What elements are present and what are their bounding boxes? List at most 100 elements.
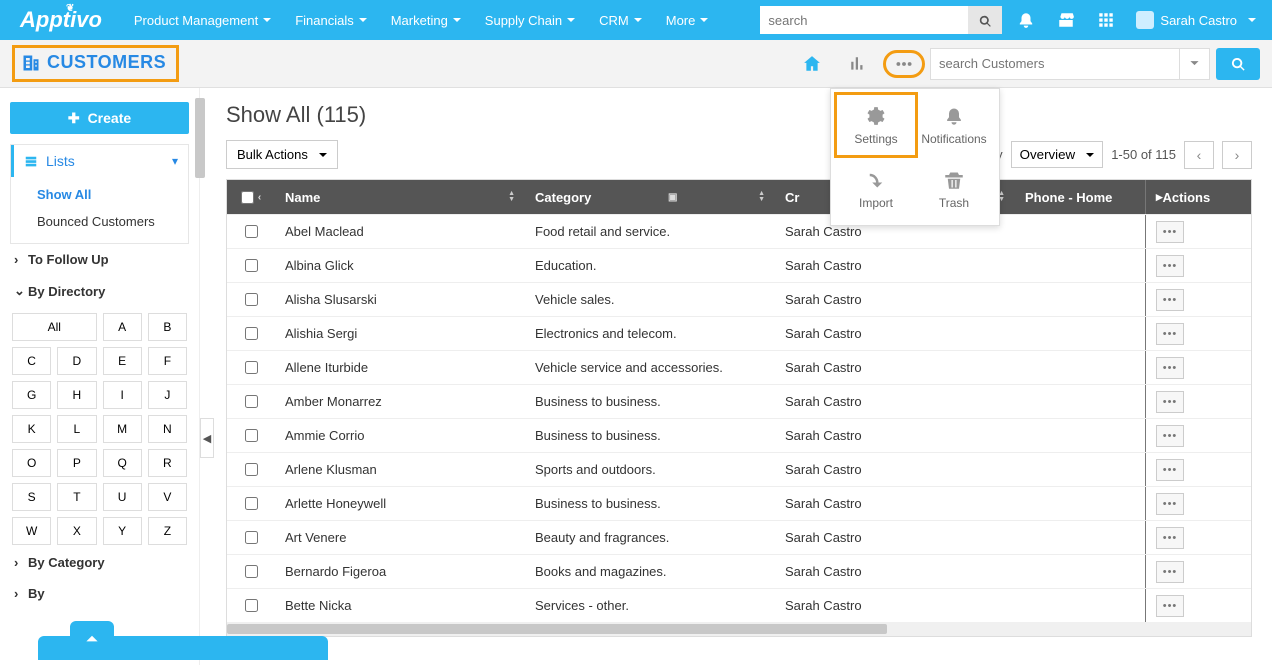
table-row[interactable]: Alishia SergiElectronics and telecom.Sar…	[227, 316, 1251, 350]
select-all-checkbox[interactable]	[241, 191, 254, 204]
trash-menu-item[interactable]: Trash	[915, 159, 993, 219]
directory-letter-t[interactable]: T	[57, 483, 96, 511]
row-checkbox[interactable]	[245, 599, 258, 612]
table-row[interactable]: Abel MacleadFood retail and service.Sara…	[227, 214, 1251, 248]
row-actions-button[interactable]: •••	[1156, 561, 1184, 583]
row-checkbox[interactable]	[245, 361, 258, 374]
sidebar-by-directory[interactable]: ⌄By Directory	[10, 275, 189, 307]
store-icon[interactable]	[1050, 4, 1082, 36]
table-row[interactable]: Ammie CorrioBusiness to business.Sarah C…	[227, 418, 1251, 452]
sidebar-to-follow-up[interactable]: ›To Follow Up	[10, 244, 189, 275]
directory-letter-e[interactable]: E	[103, 347, 142, 375]
pager-next-button[interactable]: ›	[1222, 141, 1252, 169]
row-checkbox[interactable]	[245, 395, 258, 408]
directory-letter-h[interactable]: H	[57, 381, 96, 409]
global-search-input[interactable]	[760, 6, 968, 34]
header-name[interactable]: Name▲▼	[275, 180, 525, 214]
sidebar-item-bounced[interactable]: Bounced Customers	[21, 208, 188, 235]
directory-letter-l[interactable]: L	[57, 415, 96, 443]
row-actions-button[interactable]: •••	[1156, 323, 1184, 345]
directory-letter-s[interactable]: S	[12, 483, 51, 511]
directory-letter-u[interactable]: U	[103, 483, 142, 511]
directory-letter-p[interactable]: P	[57, 449, 96, 477]
table-row[interactable]: Allene IturbideVehicle service and acces…	[227, 350, 1251, 384]
table-row[interactable]: Bernardo FigeroaBooks and magazines.Sara…	[227, 554, 1251, 588]
table-row[interactable]: Albina GlickEducation.Sarah Castro•••	[227, 248, 1251, 282]
notifications-menu-item[interactable]: Notifications	[915, 95, 993, 155]
table-row[interactable]: Arlette HoneywellBusiness to business.Sa…	[227, 486, 1251, 520]
bottom-drawer-toggle[interactable]	[70, 621, 114, 655]
directory-letter-k[interactable]: K	[12, 415, 51, 443]
brand-logo[interactable]: Apptivo	[10, 7, 112, 33]
directory-letter-m[interactable]: M	[103, 415, 142, 443]
directory-letter-r[interactable]: R	[148, 449, 187, 477]
sidebar-collapse-handle[interactable]: ◀	[200, 418, 214, 458]
display-overview-button[interactable]: Overview	[1011, 141, 1104, 168]
directory-letter-z[interactable]: Z	[148, 517, 187, 545]
sidebar-by-category[interactable]: ›By Category	[10, 547, 189, 578]
row-actions-button[interactable]: •••	[1156, 289, 1184, 311]
sidebar-lists-header[interactable]: Lists ▾	[11, 145, 188, 177]
row-actions-button[interactable]: •••	[1156, 595, 1184, 617]
header-category[interactable]: Category▣▲▼	[525, 180, 775, 214]
directory-letter-n[interactable]: N	[148, 415, 187, 443]
module-search-dropdown[interactable]	[1180, 48, 1210, 80]
directory-letter-o[interactable]: O	[12, 449, 51, 477]
notifications-bell-icon[interactable]	[1010, 4, 1042, 36]
directory-letter-b[interactable]: B	[148, 313, 187, 341]
home-tab[interactable]	[792, 45, 832, 83]
directory-letter-q[interactable]: Q	[103, 449, 142, 477]
row-checkbox[interactable]	[245, 327, 258, 340]
create-button[interactable]: ✚ Create	[10, 102, 189, 134]
row-actions-button[interactable]: •••	[1156, 459, 1184, 481]
row-checkbox[interactable]	[245, 293, 258, 306]
module-search-button[interactable]	[1216, 48, 1260, 80]
user-menu[interactable]: Sarah Castro	[1130, 11, 1262, 29]
pager-prev-button[interactable]: ‹	[1184, 141, 1214, 169]
row-actions-button[interactable]: •••	[1156, 425, 1184, 447]
sidebar-by-partial[interactable]: ›By	[10, 578, 189, 609]
settings-menu-item[interactable]: Settings	[837, 95, 915, 155]
row-checkbox[interactable]	[245, 565, 258, 578]
more-tab[interactable]	[884, 45, 924, 83]
nav-item-marketing[interactable]: Marketing	[379, 0, 473, 40]
header-phone[interactable]: Phone - Home	[1015, 180, 1145, 214]
row-checkbox[interactable]	[245, 463, 258, 476]
row-actions-button[interactable]: •••	[1156, 255, 1184, 277]
module-badge[interactable]: CUSTOMERS	[12, 45, 179, 82]
directory-letter-c[interactable]: C	[12, 347, 51, 375]
row-checkbox[interactable]	[245, 497, 258, 510]
nav-item-product-management[interactable]: Product Management	[122, 0, 283, 40]
directory-letter-g[interactable]: G	[12, 381, 51, 409]
row-checkbox[interactable]	[245, 531, 258, 544]
row-checkbox[interactable]	[245, 225, 258, 238]
directory-letter-j[interactable]: J	[148, 381, 187, 409]
apps-grid-icon[interactable]	[1090, 4, 1122, 36]
directory-letter-a[interactable]: A	[103, 313, 142, 341]
directory-letter-f[interactable]: F	[148, 347, 187, 375]
nav-item-crm[interactable]: CRM	[587, 0, 654, 40]
row-checkbox[interactable]	[245, 429, 258, 442]
nav-item-financials[interactable]: Financials	[283, 0, 379, 40]
row-checkbox[interactable]	[245, 259, 258, 272]
sidebar-item-show-all[interactable]: Show All	[21, 181, 188, 208]
directory-letter-v[interactable]: V	[148, 483, 187, 511]
directory-letter-w[interactable]: W	[12, 517, 51, 545]
module-search-input[interactable]	[930, 48, 1180, 80]
nav-item-more[interactable]: More	[654, 0, 721, 40]
directory-letter-x[interactable]: X	[57, 517, 96, 545]
directory-letter-i[interactable]: I	[103, 381, 142, 409]
scrollbar-thumb[interactable]	[227, 624, 887, 634]
table-row[interactable]: Art VenereBeauty and fragrances.Sarah Ca…	[227, 520, 1251, 554]
directory-letter-all[interactable]: All	[12, 313, 97, 341]
bulk-actions-button[interactable]: Bulk Actions	[226, 140, 338, 169]
header-checkbox[interactable]: ‹	[227, 180, 275, 214]
import-menu-item[interactable]: Import	[837, 159, 915, 219]
table-row[interactable]: Arlene KlusmanSports and outdoors.Sarah …	[227, 452, 1251, 486]
row-actions-button[interactable]: •••	[1156, 493, 1184, 515]
table-row[interactable]: Alisha SlusarskiVehicle sales.Sarah Cast…	[227, 282, 1251, 316]
nav-item-supply-chain[interactable]: Supply Chain	[473, 0, 587, 40]
row-actions-button[interactable]: •••	[1156, 391, 1184, 413]
table-row[interactable]: Bette NickaServices - other.Sarah Castro…	[227, 588, 1251, 622]
row-actions-button[interactable]: •••	[1156, 357, 1184, 379]
